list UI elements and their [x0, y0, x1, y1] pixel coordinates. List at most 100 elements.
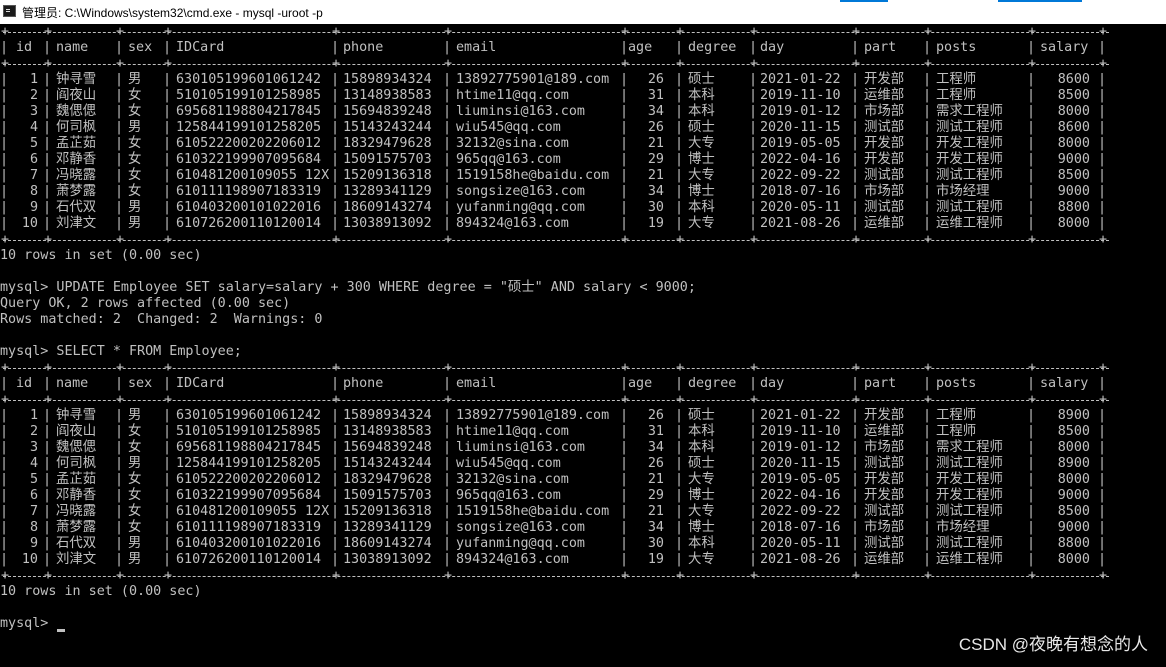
cell-id: 3 — [29, 440, 38, 455]
column-divider: | — [851, 200, 860, 215]
column-divider: | — [923, 520, 932, 535]
mysql-prompt[interactable]: mysql> — [0, 616, 56, 632]
column-divider: | — [851, 520, 860, 535]
column-divider: | — [443, 488, 452, 503]
column-divider: | — [620, 472, 629, 487]
column-header-sex: sex — [128, 376, 153, 391]
cell-degree: 博士 — [688, 184, 715, 199]
cell-day: 2022-09-22 — [760, 504, 841, 519]
cell-day: 2022-04-16 — [760, 152, 841, 167]
cell-posts: 测试工程师 — [936, 168, 1003, 183]
border-corner: + — [116, 360, 125, 375]
cell-sex: 男 — [128, 120, 142, 135]
cell-salary: 8900 — [1057, 408, 1090, 423]
border-corner: + — [332, 360, 341, 375]
column-divider: | — [851, 424, 860, 439]
column-header-part: part — [864, 376, 897, 391]
column-header-age: age — [628, 40, 653, 55]
column-divider: | — [675, 520, 684, 535]
column-divider: | — [443, 216, 452, 231]
column-divider: | — [163, 152, 172, 167]
cell-part: 测试部 — [864, 504, 905, 519]
column-divider: | — [675, 504, 684, 519]
cell-idcard: 610481200109055 12X — [176, 168, 330, 183]
cell-degree: 大专 — [688, 168, 715, 183]
column-divider: | — [115, 88, 124, 103]
column-divider: | — [749, 152, 758, 167]
column-divider: | — [163, 120, 172, 135]
column-divider: | — [0, 216, 9, 231]
cell-degree: 本科 — [688, 440, 715, 455]
cell-posts: 工程师 — [936, 424, 977, 439]
column-divider: | — [115, 72, 124, 87]
cell-age: 34 — [647, 104, 664, 119]
column-divider: | — [620, 184, 629, 199]
cell-sex: 男 — [128, 200, 142, 215]
column-divider: | — [620, 88, 629, 103]
border-corner: + — [444, 392, 453, 407]
column-divider: | — [163, 184, 172, 199]
cell-idcard: 610322199907095684 — [176, 152, 322, 167]
cell-sex: 男 — [128, 72, 142, 87]
border-corner: + — [444, 568, 453, 583]
column-divider: | — [675, 104, 684, 119]
column-divider: | — [43, 40, 52, 55]
column-divider: | — [1098, 456, 1107, 471]
column-divider: | — [749, 520, 758, 535]
border-corner: + — [1099, 392, 1108, 407]
column-divider: | — [1098, 376, 1107, 391]
cell-idcard: 610522200202206012 — [176, 472, 322, 487]
column-divider: | — [1098, 88, 1107, 103]
column-divider: | — [0, 200, 9, 215]
border-corner: + — [116, 56, 125, 71]
column-divider: | — [331, 376, 340, 391]
cell-email: 32132@sina.com — [456, 136, 569, 151]
column-divider: | — [620, 40, 629, 55]
border-corner: + — [924, 568, 933, 583]
column-divider: | — [163, 552, 172, 567]
column-divider: | — [675, 472, 684, 487]
column-divider: | — [749, 168, 758, 183]
column-divider: | — [163, 536, 172, 551]
cell-email: wiu545@qq.com — [456, 120, 561, 135]
cell-salary: 8500 — [1057, 504, 1090, 519]
cell-email: songsize@163.com — [456, 184, 585, 199]
cell-idcard: 510105199101258985 — [176, 88, 322, 103]
cell-idcard: 610726200110120014 — [176, 552, 322, 567]
cell-id: 4 — [29, 120, 38, 135]
cell-idcard: 630105199601061242 — [176, 408, 322, 423]
column-divider: | — [923, 472, 932, 487]
cell-phone: 18329479628 — [343, 136, 432, 151]
cell-phone: 15143243244 — [343, 456, 432, 471]
column-divider: | — [675, 440, 684, 455]
cell-email: liuminsi@163.com — [456, 104, 585, 119]
cell-degree: 大专 — [688, 136, 715, 151]
cell-phone: 15091575703 — [343, 152, 432, 167]
column-divider: | — [43, 552, 52, 567]
border-corner: + — [1, 24, 10, 39]
cell-idcard: 610522200202206012 — [176, 136, 322, 151]
cell-name: 邓静香 — [56, 488, 97, 503]
column-divider: | — [675, 168, 684, 183]
cell-posts: 开发工程师 — [936, 136, 1003, 151]
cell-id: 6 — [29, 152, 38, 167]
column-divider: | — [331, 40, 340, 55]
border-corner: + — [444, 24, 453, 39]
cell-email: htime11@qq.com — [456, 424, 569, 439]
column-header-idcard: IDCard — [176, 40, 225, 55]
border-corner: + — [750, 232, 759, 247]
cell-degree: 大专 — [688, 504, 715, 519]
window-titlebar[interactable]: 管理员: C:\Windows\system32\cmd.exe - mysql… — [0, 0, 1166, 24]
column-divider: | — [1098, 408, 1107, 423]
column-divider: | — [443, 472, 452, 487]
cell-phone: 15209136318 — [343, 504, 432, 519]
console-output[interactable]: + + + + + + + + + + + + + | | | | | | | | | | | | | id name sex IDCar… — [0, 24, 1166, 667]
cell-posts: 测试工程师 — [936, 120, 1003, 135]
column-header-phone: phone — [343, 376, 384, 391]
cell-id: 8 — [29, 520, 38, 535]
cell-phone: 15898934324 — [343, 408, 432, 423]
cell-phone: 15694839248 — [343, 104, 432, 119]
border-corner: + — [164, 568, 173, 583]
cell-sex: 女 — [128, 488, 142, 503]
border-corner: + — [852, 360, 861, 375]
